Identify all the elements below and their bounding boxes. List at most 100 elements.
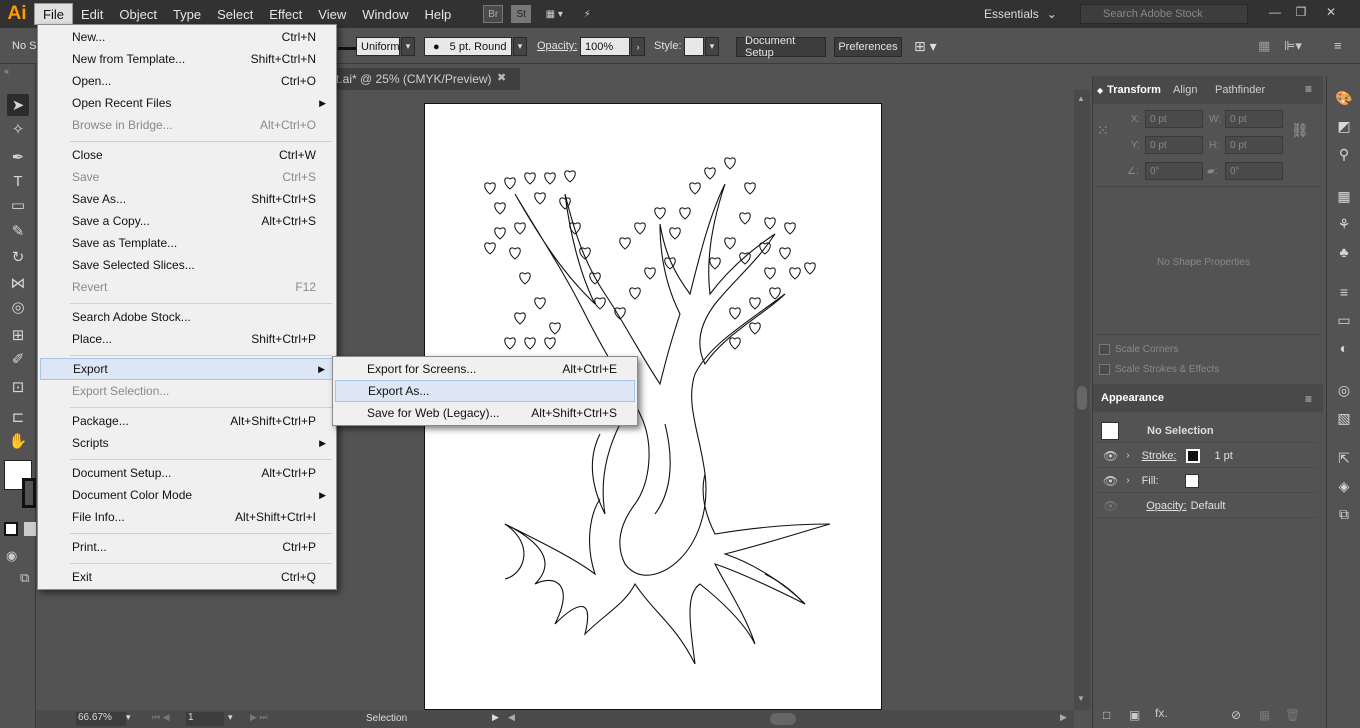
menu-item-export-as[interactable]: Export As... (335, 380, 635, 402)
draw-mode-icon[interactable]: ◉ (6, 548, 17, 564)
shear-input[interactable]: 0° (1225, 162, 1283, 180)
scale-corners-checkbox[interactable] (1099, 344, 1110, 355)
menu-item-document-color-mode[interactable]: Document Color Mode ▶ (40, 484, 334, 506)
layers-icon[interactable]: ◈ (1334, 476, 1354, 496)
menu-item-file-info[interactable]: File Info... Alt+Shift+Ctrl+I (40, 506, 334, 528)
fill-label[interactable]: Fill: (1142, 475, 1159, 487)
menu-select[interactable]: Select (209, 3, 261, 25)
menu-item-close[interactable]: Close Ctrl+W (40, 144, 334, 166)
stroke-label[interactable]: Stroke: (1142, 450, 1177, 462)
reference-point-icon[interactable]: ⁙ (1097, 122, 1117, 142)
scale-strokes-checkbox[interactable] (1099, 364, 1110, 375)
bridge-button[interactable]: Br (483, 5, 504, 23)
paintbrush-tool-icon[interactable]: ✎ (7, 220, 29, 242)
clear-icon[interactable]: ⊘ (1231, 708, 1241, 722)
hand-tool-icon[interactable]: ✋ (7, 430, 29, 452)
menu-item-open-recent[interactable]: Open Recent Files ▶ (40, 92, 334, 114)
tab-align[interactable]: Align (1173, 80, 1197, 100)
fill-color-swatch[interactable] (1184, 473, 1199, 488)
pen-tool-icon[interactable]: ✒ (7, 146, 29, 168)
menu-item-save-for-web[interactable]: Save for Web (Legacy)... Alt+Shift+Ctrl+S (335, 402, 635, 424)
scroll-thumb[interactable] (1077, 386, 1087, 410)
menu-item-export-for-screens[interactable]: Export for Screens... Alt+Ctrl+E (335, 358, 635, 380)
menu-effect[interactable]: Effect (261, 3, 310, 25)
menu-item-new[interactable]: New... Ctrl+N (40, 26, 334, 48)
chevron-right-icon[interactable]: › (631, 37, 645, 56)
add-fill-icon[interactable]: ▣ (1129, 708, 1140, 722)
stroke-panel-icon[interactable]: ≡ (1334, 282, 1354, 302)
gradient-mode-icon[interactable] (24, 522, 36, 536)
menu-window[interactable]: Window (354, 3, 416, 25)
appearance-fill-row[interactable]: 👁 › Fill: (1097, 469, 1317, 493)
menu-type[interactable]: Type (165, 3, 209, 25)
zoom-field[interactable]: 66.67% (76, 712, 126, 726)
swatches-icon[interactable]: ▦ (1334, 186, 1354, 206)
menu-item-save-selected-slices[interactable]: Save Selected Slices... (40, 254, 334, 276)
horizontal-scrollbar[interactable]: ◀ ▶ (504, 710, 1074, 728)
rectangle-tool-icon[interactable]: ▭ (7, 194, 29, 216)
collapse-icon[interactable]: « (4, 66, 9, 76)
appearance-stroke-row[interactable]: 👁 › Stroke: 1 pt (1097, 444, 1317, 468)
workspace-switcher[interactable]: Essentials ⌄ (984, 4, 1057, 24)
transparency-icon[interactable]: ◐ (1334, 338, 1354, 358)
menu-item-scripts[interactable]: Scripts ▶ (40, 432, 334, 454)
opacity-value[interactable]: Default (1191, 500, 1226, 512)
menu-item-document-setup[interactable]: Document Setup... Alt+Ctrl+P (40, 462, 334, 484)
scroll-thumb[interactable] (770, 713, 796, 725)
menu-item-save-as[interactable]: Save As... Shift+Ctrl+S (40, 188, 334, 210)
x-input[interactable]: 0 pt (1145, 110, 1203, 128)
preferences-button[interactable]: Preferences (834, 37, 902, 57)
rotate-tool-icon[interactable]: ↻ (7, 246, 29, 268)
menu-item-new-from-template[interactable]: New from Template... Shift+Ctrl+N (40, 48, 334, 70)
arrange-documents-icon[interactable]: ▦ ▾ (539, 5, 569, 23)
minimize-icon[interactable]: — (1262, 2, 1288, 22)
symbols-icon[interactable]: ♣ (1334, 242, 1354, 262)
style-swatch[interactable] (684, 37, 704, 56)
appearance-icon[interactable]: ◎ (1334, 380, 1354, 400)
eye-icon[interactable]: 👁 (1103, 449, 1118, 463)
angle-input[interactable]: 0° (1145, 162, 1203, 180)
status-menu-icon[interactable]: ▶ (492, 712, 499, 723)
color-panel-icon[interactable]: 🎨 (1334, 88, 1354, 108)
h-input[interactable]: 0 pt (1225, 136, 1283, 154)
menu-item-place[interactable]: Place... Shift+Ctrl+P (40, 328, 334, 350)
scroll-right-icon[interactable]: ▶ (1060, 712, 1067, 723)
magic-wand-icon[interactable]: ✧ (7, 118, 29, 140)
panel-menu-icon[interactable]: ≡ (1334, 38, 1342, 53)
brushes-icon[interactable]: ⚘ (1334, 214, 1354, 234)
eye-icon[interactable]: 👁 (1103, 474, 1118, 488)
chevron-down-icon[interactable]: ▾ (401, 37, 415, 56)
tab-pathfinder[interactable]: Pathfinder (1215, 80, 1265, 100)
menu-item-exit[interactable]: Exit Ctrl+Q (40, 566, 334, 588)
menu-file[interactable]: File (34, 3, 73, 25)
fx-icon[interactable]: fx. (1155, 706, 1168, 720)
menu-item-package[interactable]: Package... Alt+Shift+Ctrl+P (40, 410, 334, 432)
gradient-panel-icon[interactable]: ▭ (1334, 310, 1354, 330)
opacity-input[interactable]: 100% (580, 37, 630, 56)
panel-menu-icon[interactable]: ≡ (1305, 392, 1312, 406)
artboards-icon[interactable]: ⧉ (1334, 504, 1354, 524)
restore-icon[interactable]: ❐ (1288, 2, 1314, 22)
menu-item-open[interactable]: Open... Ctrl+O (40, 70, 334, 92)
scroll-up-icon[interactable]: ▲ (1077, 94, 1085, 103)
scroll-left-icon[interactable]: ◀ (508, 712, 515, 723)
y-input[interactable]: 0 pt (1145, 136, 1203, 154)
artboard-field[interactable]: 1 (186, 712, 224, 726)
w-input[interactable]: 0 pt (1225, 110, 1283, 128)
stock-search-input[interactable]: Search Adobe Stock (1080, 4, 1248, 24)
export-icon[interactable]: ⇱ (1334, 448, 1354, 468)
color-mode-icon[interactable] (4, 522, 18, 536)
tab-transform[interactable]: ◆ Transform (1097, 80, 1161, 100)
menu-edit[interactable]: Edit (73, 3, 111, 25)
screen-mode-icon[interactable]: ⧉ (20, 570, 29, 586)
stroke-swatch[interactable] (22, 478, 36, 508)
type-tool-icon[interactable]: T (7, 170, 29, 192)
panel-menu-icon[interactable]: ≡ (1305, 82, 1312, 96)
document-setup-button[interactable]: Document Setup (736, 35, 826, 59)
scroll-down-icon[interactable]: ▼ (1077, 694, 1085, 703)
stock-button[interactable]: St (511, 5, 532, 23)
vertical-scrollbar[interactable]: ▲ ▼ (1074, 90, 1090, 710)
align-icon[interactable]: ▦ (1258, 38, 1270, 54)
stroke-profile-field[interactable]: Uniform (356, 37, 400, 56)
appearance-opacity-row[interactable]: 👁 Opacity: Default (1097, 494, 1317, 518)
